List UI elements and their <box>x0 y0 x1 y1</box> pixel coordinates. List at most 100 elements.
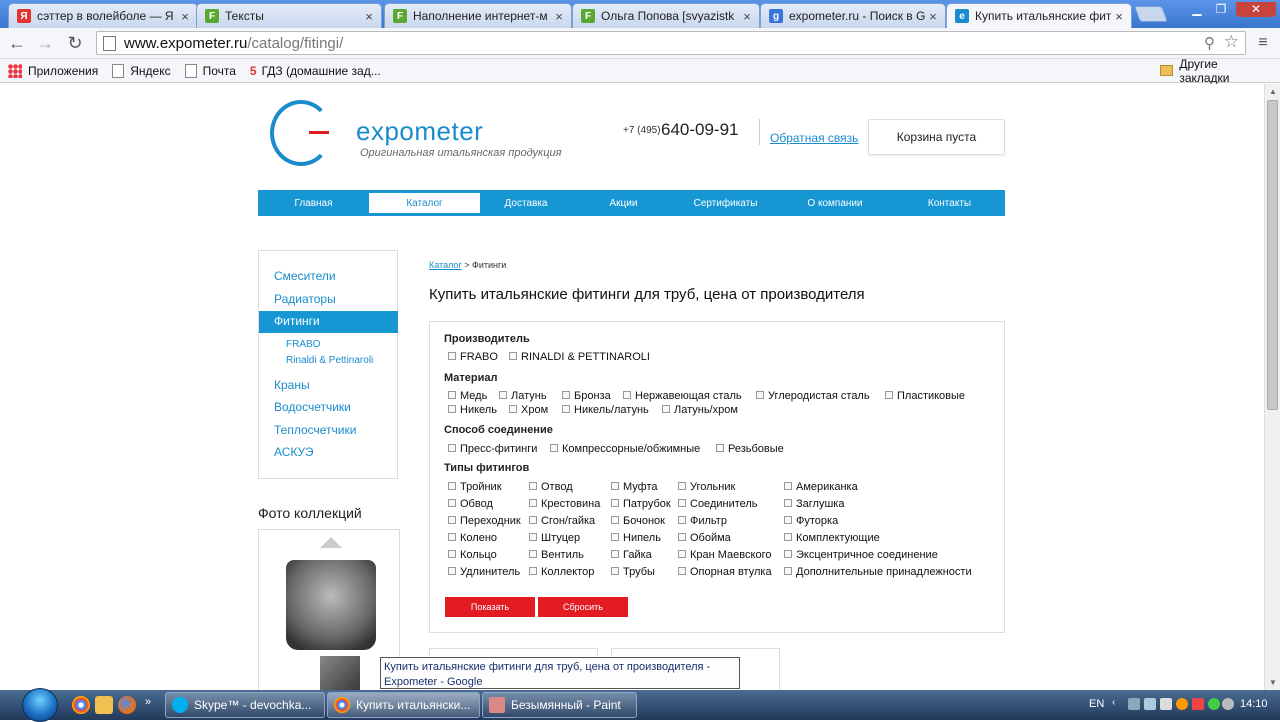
browser-tab-active[interactable]: e Купить итальянские фит × <box>946 3 1132 28</box>
checkbox[interactable] <box>448 566 456 575</box>
filter-option[interactable]: Бочонок <box>611 515 665 527</box>
forward-icon[interactable]: → <box>34 32 56 54</box>
filter-option[interactable]: Сгон/гайка <box>529 515 595 527</box>
filter-option[interactable]: Крестовина <box>529 498 600 510</box>
back-icon[interactable]: ← <box>6 32 28 54</box>
page-scrollbar[interactable]: ▲ ▼ <box>1264 84 1280 690</box>
checkbox[interactable] <box>448 549 456 558</box>
nav-contacts[interactable]: Контакты <box>894 190 1005 216</box>
checkbox[interactable] <box>756 390 764 399</box>
checkbox[interactable] <box>550 443 558 452</box>
filter-option[interactable]: Соединитель <box>678 498 758 510</box>
filter-option[interactable]: Коллектор <box>529 566 594 578</box>
checkbox[interactable] <box>623 390 631 399</box>
checkbox[interactable] <box>448 532 456 541</box>
filter-option[interactable]: Хром <box>509 404 548 416</box>
search-icon[interactable]: ⚲ <box>1204 34 1215 52</box>
product-photo[interactable] <box>286 560 376 650</box>
filter-option[interactable]: Фильтр <box>678 515 727 527</box>
checkbox[interactable] <box>885 390 893 399</box>
clock[interactable]: 14:10 <box>1240 698 1268 710</box>
filter-option[interactable]: Американка <box>784 481 858 493</box>
task-skype[interactable]: Skype™ - devochka... <box>165 692 325 718</box>
nav-certificates[interactable]: Сертификаты <box>675 190 776 216</box>
checkbox[interactable] <box>678 532 686 541</box>
filter-option[interactable]: Никель/латунь <box>562 404 649 416</box>
bookmark-apps[interactable]: Приложения <box>8 63 98 78</box>
sidebar-item-radiators[interactable]: Радиаторы <box>274 292 336 306</box>
checkbox[interactable] <box>784 498 792 507</box>
filter-option[interactable]: Муфта <box>611 481 658 493</box>
browser-tab-1[interactable]: Ясэттер в волейболе — Я × <box>8 3 198 28</box>
filter-option[interactable]: Трубы <box>611 566 655 578</box>
checkbox[interactable] <box>448 498 456 507</box>
logo-text[interactable]: expometer <box>356 116 483 147</box>
show-button[interactable]: Показать <box>445 597 535 617</box>
checkbox[interactable] <box>716 443 724 452</box>
checkbox[interactable] <box>611 498 619 507</box>
nav-catalog[interactable]: Каталог <box>369 193 480 213</box>
filter-option[interactable]: Патрубок <box>611 498 671 510</box>
checkbox[interactable] <box>448 351 456 360</box>
reload-icon[interactable]: ↻ <box>64 32 86 54</box>
close-icon[interactable]: × <box>927 9 939 24</box>
filter-option[interactable]: Резьбовые <box>716 443 784 455</box>
filter-option[interactable]: Кран Маевского <box>678 549 771 561</box>
checkbox[interactable] <box>529 515 537 524</box>
checkbox[interactable] <box>529 498 537 507</box>
filter-option[interactable]: Пресс-фитинги <box>448 443 537 455</box>
close-icon[interactable]: × <box>553 9 565 24</box>
filter-option[interactable]: Дополнительные принадлежности <box>784 566 972 578</box>
star-icon[interactable]: ☆ <box>1224 32 1239 52</box>
tray-icon[interactable] <box>1222 698 1234 710</box>
filter-option[interactable]: Опорная втулка <box>678 566 772 578</box>
browser-tab-5[interactable]: g expometer.ru - Поиск в G × <box>760 3 946 28</box>
tray-icon[interactable] <box>1176 698 1188 710</box>
checkbox[interactable] <box>448 481 456 490</box>
sidebar-item-heat-meters[interactable]: Теплосчетчики <box>274 423 356 437</box>
filter-option[interactable]: Обойма <box>678 532 731 544</box>
filter-option[interactable]: Нипель <box>611 532 661 544</box>
checkbox[interactable] <box>784 481 792 490</box>
sidebar-item-fittings[interactable]: Фитинги <box>274 314 320 328</box>
filter-option[interactable]: FRABO <box>448 351 498 363</box>
bookmark-yandex[interactable]: Яндекс <box>112 63 171 78</box>
filter-option[interactable]: Гайка <box>611 549 652 561</box>
checkbox[interactable] <box>499 390 507 399</box>
firefox-icon[interactable] <box>118 696 136 714</box>
language-indicator[interactable]: EN <box>1089 698 1104 710</box>
filter-option[interactable]: Латунь/хром <box>662 404 738 416</box>
filter-option[interactable]: Кольцо <box>448 549 497 561</box>
task-paint[interactable]: Безымянный - Paint <box>482 692 637 718</box>
close-icon[interactable]: × <box>1113 9 1125 24</box>
task-chrome[interactable]: Купить итальянски... <box>327 692 480 718</box>
breadcrumb-catalog[interactable]: Каталог <box>429 260 462 270</box>
explorer-icon[interactable] <box>95 696 113 714</box>
filter-option[interactable]: Удлинитель <box>448 566 520 578</box>
filter-option[interactable]: Бронза <box>562 390 611 402</box>
nav-home[interactable]: Главная <box>258 190 369 216</box>
filter-option[interactable]: Медь <box>448 390 487 402</box>
scroll-down-icon[interactable]: ▼ <box>1269 678 1277 687</box>
feedback-link[interactable]: Обратная связь <box>770 131 858 145</box>
tray-icon[interactable] <box>1192 698 1204 710</box>
sidebar-sub-rinaldi[interactable]: Rinaldi & Pettinaroli <box>286 355 373 366</box>
close-icon[interactable]: × <box>363 9 375 24</box>
filter-option[interactable]: Углеродистая сталь <box>756 390 870 402</box>
filter-option[interactable]: Штуцер <box>529 532 580 544</box>
browser-tab-3[interactable]: F Наполнение интернет-м × <box>384 3 572 28</box>
checkbox[interactable] <box>678 481 686 490</box>
chrome-icon[interactable] <box>72 696 90 714</box>
checkbox[interactable] <box>529 566 537 575</box>
checkbox[interactable] <box>448 443 456 452</box>
bookmark-gdz[interactable]: 5 ГДЗ (домашние зад... <box>250 64 381 78</box>
checkbox[interactable] <box>784 566 792 575</box>
volume-icon[interactable] <box>1160 698 1172 710</box>
checkbox[interactable] <box>529 549 537 558</box>
checkbox[interactable] <box>611 481 619 490</box>
filter-option[interactable]: Латунь <box>499 390 547 402</box>
sidebar-item-water-meters[interactable]: Водосчетчики <box>274 400 351 414</box>
checkbox[interactable] <box>529 481 537 490</box>
sidebar-item-askue[interactable]: АСКУЭ <box>274 445 314 459</box>
checkbox[interactable] <box>562 390 570 399</box>
